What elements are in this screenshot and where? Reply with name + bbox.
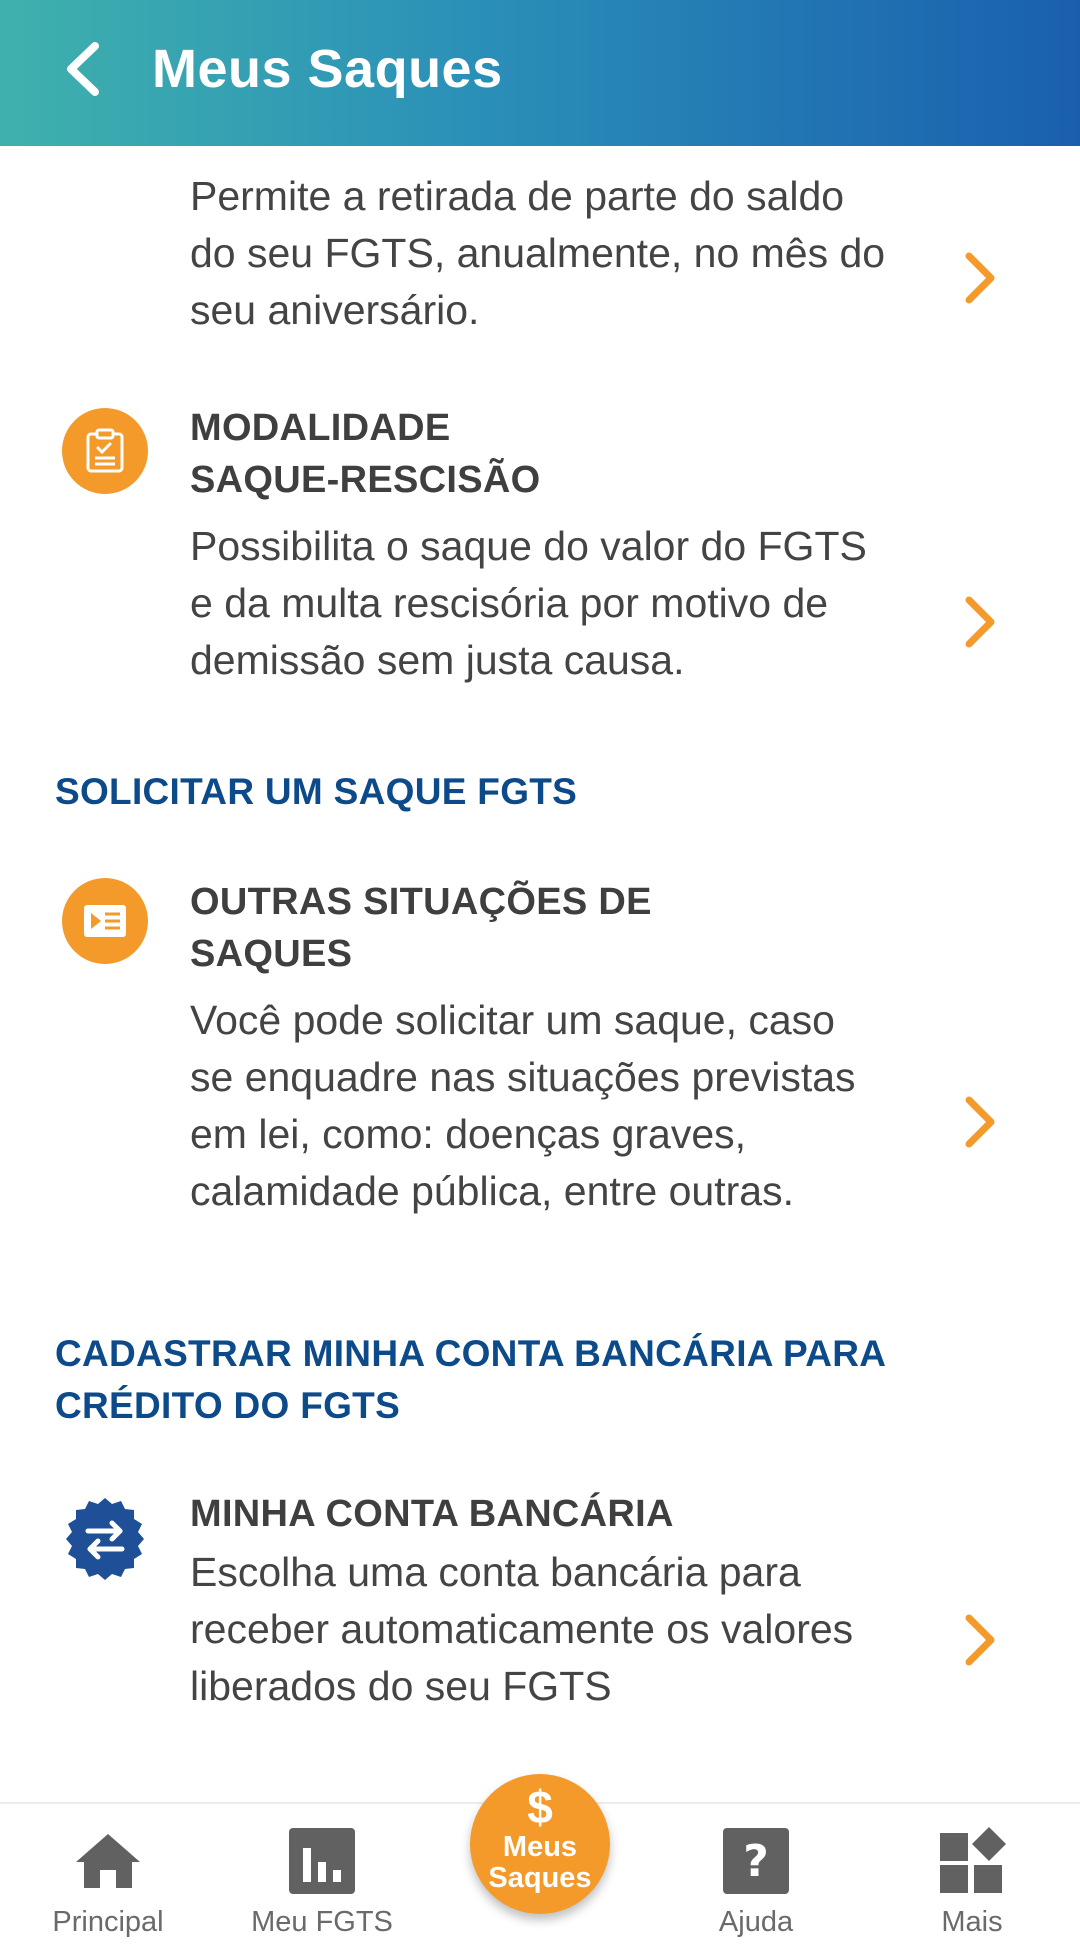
nav-item-meus-saques[interactable]: $ Meus Saques <box>470 1774 610 1914</box>
back-button[interactable] <box>48 36 118 106</box>
question-icon: ? <box>721 1826 791 1896</box>
nav-item-mais[interactable]: Mais <box>872 1804 1072 1950</box>
list-item-minha-conta-bancaria[interactable]: MINHA CONTA BANCÁRIA Escolha uma conta b… <box>0 1488 1080 1788</box>
dollar-icon: $ <box>527 1781 553 1833</box>
transfer-arrows-icon <box>62 1496 148 1582</box>
nav-item-ajuda[interactable]: ? Ajuda <box>656 1804 856 1950</box>
list-item-saque-rescisao[interactable]: MODALIDADE SAQUE-RESCISÃO Possibilita o … <box>0 402 1080 712</box>
content-list[interactable]: Permite a retirada de parte do saldo do … <box>0 146 1080 1802</box>
grid-more-icon <box>937 1826 1007 1896</box>
item-description: Permite a retirada de parte do saldo do … <box>190 173 886 333</box>
item-title: OUTRAS SITUAÇÕES DE SAQUES <box>190 881 652 975</box>
item-title: MODALIDADE SAQUE-RESCISÃO <box>190 407 541 501</box>
chevron-right-icon <box>955 248 1005 308</box>
svg-text:?: ? <box>743 1836 769 1887</box>
clipboard-check-icon <box>62 408 148 494</box>
document-play-icon <box>62 878 148 964</box>
section-title-cadastrar: CADASTRAR MINHA CONTA BANCÁRIA PARA CRÉD… <box>55 1333 887 1426</box>
chevron-right-icon <box>955 592 1005 652</box>
nav-item-meu-fgts[interactable]: Meu FGTS <box>222 1804 422 1950</box>
chevron-right-icon <box>955 1092 1005 1152</box>
app-header: Meus Saques <box>0 0 1080 146</box>
item-description: Escolha uma conta bancária para receber … <box>190 1549 854 1709</box>
list-item-outras-situacoes[interactable]: OUTRAS SITUAÇÕES DE SAQUES Você pode sol… <box>0 876 1080 1246</box>
chevron-right-icon <box>955 1610 1005 1670</box>
item-description: Você pode solicitar um saque, caso se en… <box>190 997 856 1214</box>
list-item-saque-aniversario[interactable]: Permite a retirada de parte do saldo do … <box>0 168 1080 333</box>
section-title-solicitar: SOLICITAR UM SAQUE FGTS <box>55 771 578 812</box>
fab-label: Meus Saques <box>488 1831 592 1894</box>
item-description: Possibilita o saque do valor do FGTS e d… <box>190 523 867 683</box>
chevron-left-icon <box>63 40 103 103</box>
item-title: MINHA CONTA BANCÁRIA <box>190 1493 674 1535</box>
home-icon <box>73 1826 143 1896</box>
nav-item-principal[interactable]: Principal <box>8 1804 208 1950</box>
bar-chart-icon <box>287 1826 357 1896</box>
page-title: Meus Saques <box>152 39 503 99</box>
